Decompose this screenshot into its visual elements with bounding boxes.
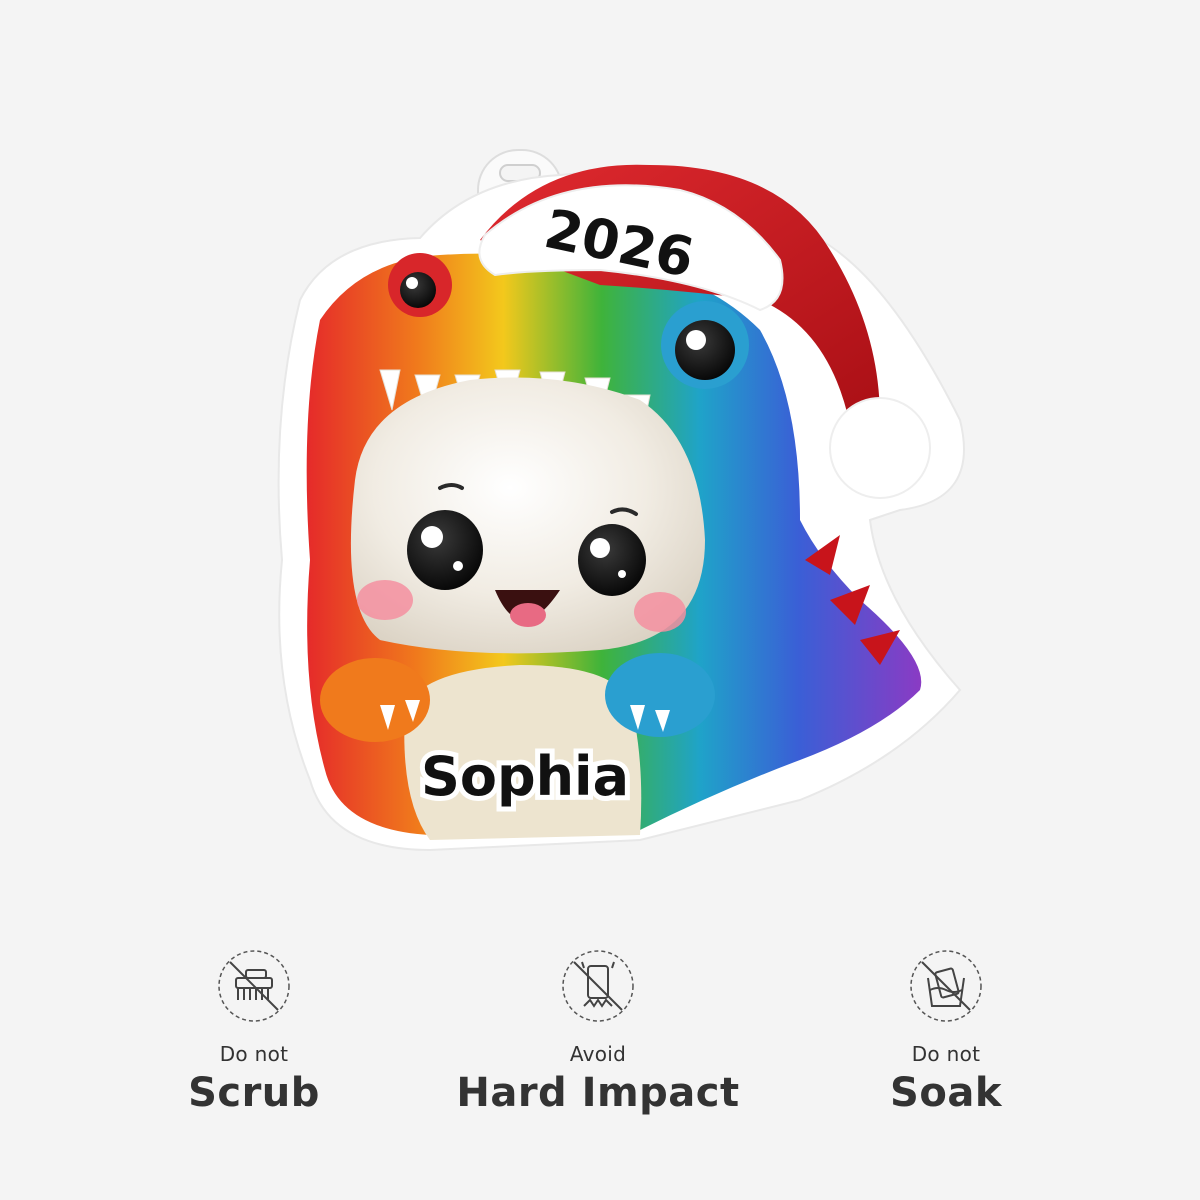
care-no-soak: Do not Soak	[776, 948, 1116, 1116]
care-no-scrub: Do not Scrub	[84, 948, 424, 1116]
care-line1: Avoid	[569, 1042, 627, 1066]
ornament-name: Sophia	[421, 745, 629, 808]
care-line1: Do not	[219, 1042, 289, 1066]
care-line1: Do not	[911, 1042, 981, 1066]
no-scrub-icon	[218, 950, 290, 1022]
ornament-illustration: 2026 Sophia	[277, 149, 965, 852]
no-soak-icon	[910, 950, 982, 1022]
dino-eye-right	[661, 301, 749, 389]
care-line2: Soak	[890, 1070, 1002, 1116]
hat-pompom	[829, 397, 931, 499]
dino-eye-left	[388, 253, 452, 317]
care-avoid-impact: Avoid Hard Impact	[428, 948, 768, 1116]
care-line2: Scrub	[188, 1070, 320, 1116]
no-hard-impact-icon	[562, 950, 634, 1022]
care-line2: Hard Impact	[456, 1070, 740, 1116]
